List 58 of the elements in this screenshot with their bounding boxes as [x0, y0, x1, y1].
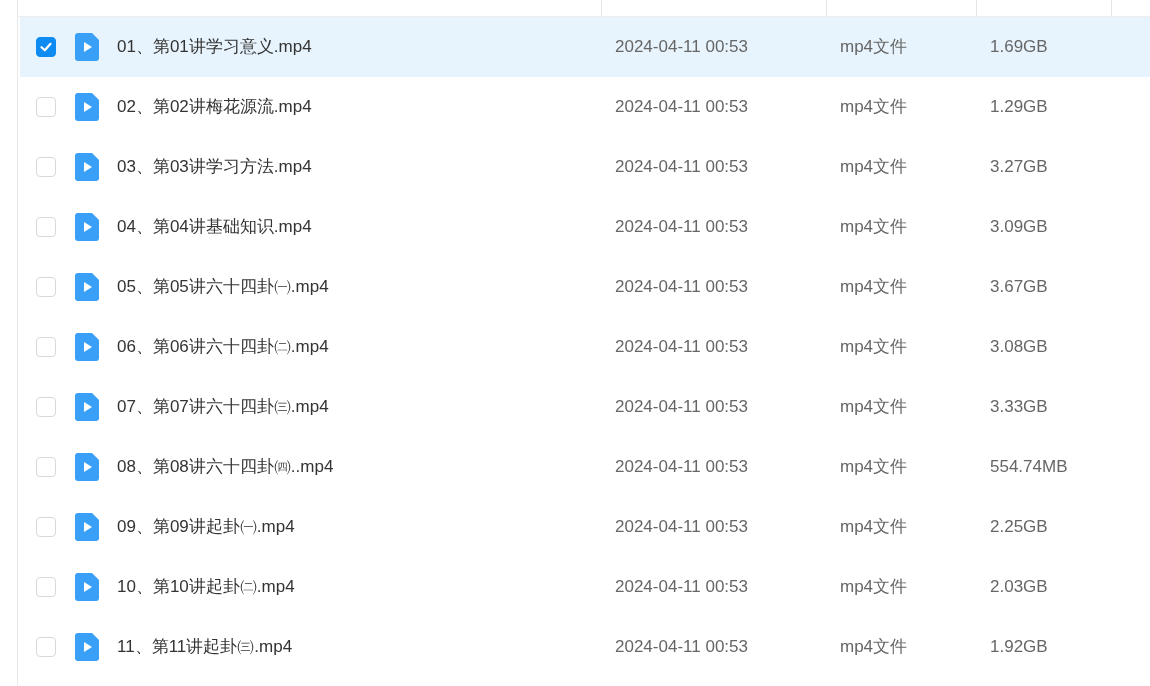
modified-time: 2024-04-11 00:53 [615, 457, 748, 477]
file-name[interactable]: 06、第06讲六十四卦㈡.mp4 [117, 337, 329, 357]
modified-time: 2024-04-11 00:53 [615, 217, 748, 237]
file-type: mp4文件 [840, 157, 908, 177]
file-name[interactable]: 04、第04讲基础知识.mp4 [117, 217, 312, 237]
file-size: 3.08GB [990, 337, 1048, 357]
file-size: 3.09GB [990, 217, 1048, 237]
file-name[interactable]: 07、第07讲六十四卦㈢.mp4 [117, 397, 329, 417]
modified-time: 2024-04-11 00:53 [615, 277, 748, 297]
video-file-icon [75, 573, 99, 601]
video-file-icon [75, 333, 99, 361]
file-size: 2.03GB [990, 577, 1048, 597]
video-file-icon [75, 513, 99, 541]
file-row[interactable]: 01、第01讲学习意义.mp4 2024-04-11 00:53 mp4文件 1.69GB [20, 17, 1150, 77]
file-type: mp4文件 [840, 397, 908, 417]
file-type: mp4文件 [840, 337, 908, 357]
file-type: mp4文件 [840, 577, 908, 597]
file-name[interactable]: 03、第03讲学习方法.mp4 [117, 157, 312, 177]
file-name[interactable]: 09、第09讲起卦㈠.mp4 [117, 517, 295, 537]
modified-time: 2024-04-11 00:53 [615, 337, 748, 357]
file-name[interactable]: 01、第01讲学习意义.mp4 [117, 37, 312, 57]
checkbox[interactable] [36, 37, 56, 57]
modified-time: 2024-04-11 00:53 [615, 97, 748, 117]
modified-time: 2024-04-11 00:53 [615, 157, 748, 177]
modified-time: 2024-04-11 00:53 [615, 637, 748, 657]
video-file-icon [75, 633, 99, 661]
file-size: 554.74MB [990, 457, 1068, 477]
file-type: mp4文件 [840, 637, 908, 657]
file-size: 3.67GB [990, 277, 1048, 297]
file-type: mp4文件 [840, 97, 908, 117]
file-size: 3.27GB [990, 157, 1048, 177]
file-type: mp4文件 [840, 217, 908, 237]
file-size: 1.29GB [990, 97, 1048, 117]
file-type: mp4文件 [840, 457, 908, 477]
video-file-icon [75, 93, 99, 121]
modified-time: 2024-04-11 00:53 [615, 577, 748, 597]
video-file-icon [75, 153, 99, 181]
file-type: mp4文件 [840, 517, 908, 537]
file-name[interactable]: 08、第08讲六十四卦㈣..mp4 [117, 457, 334, 477]
file-size: 3.33GB [990, 397, 1048, 417]
video-file-icon [75, 453, 99, 481]
video-file-icon [75, 393, 99, 421]
file-size: 1.92GB [990, 637, 1048, 657]
video-file-icon [75, 33, 99, 61]
file-size: 2.25GB [990, 517, 1048, 537]
file-type: mp4文件 [840, 37, 908, 57]
modified-time: 2024-04-11 00:53 [615, 517, 748, 537]
video-file-icon [75, 213, 99, 241]
checkmark-icon [39, 40, 53, 54]
file-name[interactable]: 02、第02讲梅花源流.mp4 [117, 97, 312, 117]
file-name[interactable]: 05、第05讲六十四卦㈠.mp4 [117, 277, 329, 297]
file-name[interactable]: 11、第11讲起卦㈢.mp4 [117, 637, 293, 657]
file-size: 1.69GB [990, 37, 1048, 57]
file-name[interactable]: 10、第10讲起卦㈡.mp4 [117, 577, 295, 597]
file-type: mp4文件 [840, 277, 908, 297]
modified-time: 2024-04-11 00:53 [615, 397, 748, 417]
modified-time: 2024-04-11 00:53 [615, 37, 748, 57]
video-file-icon [75, 273, 99, 301]
